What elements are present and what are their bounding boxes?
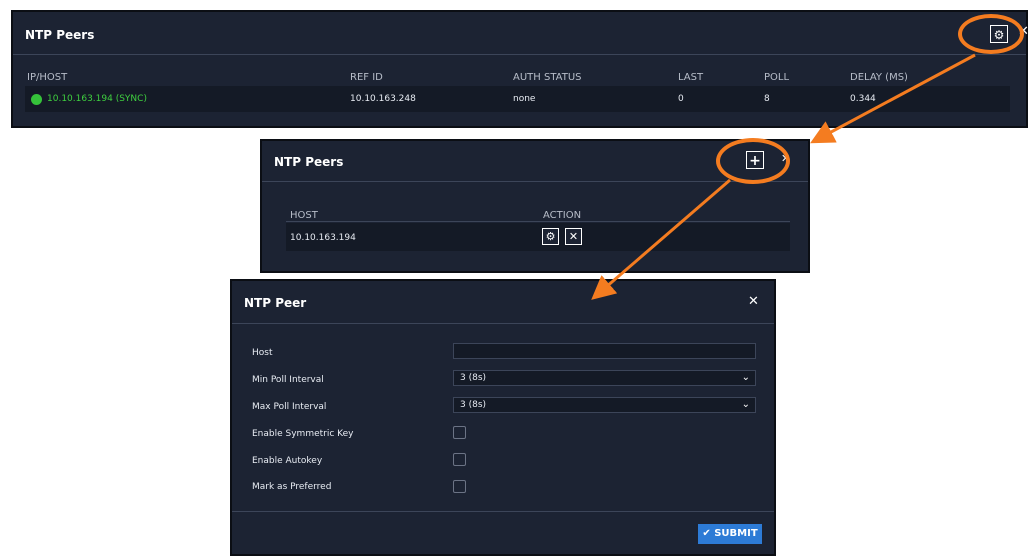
arrow-to-form <box>591 178 731 300</box>
annotation-arrows <box>591 53 976 300</box>
arrow-to-config <box>810 53 976 144</box>
